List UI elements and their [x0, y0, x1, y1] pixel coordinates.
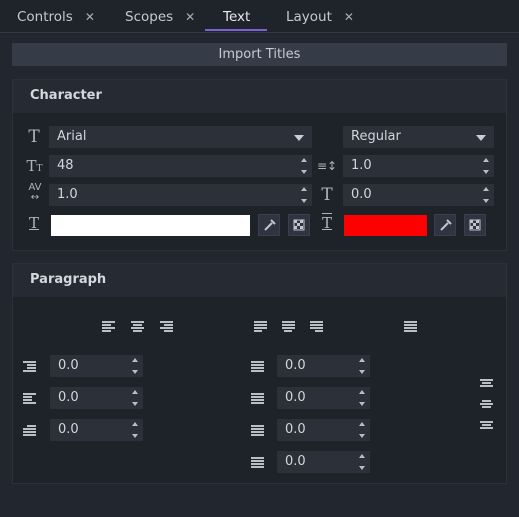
- checker-icon: [469, 219, 481, 231]
- outline-color-swatch[interactable]: [344, 215, 427, 236]
- active-tab-indicator: [205, 29, 267, 31]
- justify-right-icon[interactable]: [310, 321, 323, 332]
- font-family-select[interactable]: Arial: [49, 126, 312, 148]
- justify-center-icon[interactable]: [282, 321, 295, 332]
- paragraph-title: Paragraph: [30, 272, 107, 287]
- chevron-down-icon: [476, 135, 486, 141]
- stepper-icon[interactable]: [358, 454, 366, 470]
- char-spacing-field[interactable]: 1.0: [49, 184, 312, 206]
- stepper-icon[interactable]: [482, 187, 490, 203]
- tab-label: Layout: [286, 9, 332, 25]
- valign-top-icon[interactable]: [480, 379, 493, 390]
- indent-right-field[interactable]: 0.0: [50, 387, 143, 409]
- font-size-value: 48: [57, 158, 74, 173]
- font-size-icon: TT: [26, 157, 43, 175]
- font-icon: T: [28, 127, 40, 147]
- line-space-icon: [251, 425, 264, 436]
- baseline-field[interactable]: 0.0: [343, 184, 494, 206]
- close-icon[interactable]: ✕: [85, 10, 95, 24]
- tab-label: Scopes: [125, 9, 174, 25]
- close-icon[interactable]: ✕: [344, 10, 354, 24]
- indent-left-field[interactable]: 0.0: [50, 355, 143, 377]
- stepper-icon[interactable]: [131, 358, 139, 374]
- space-before-value: 0.0: [285, 358, 306, 373]
- char-spacing-icon: AV ↔: [28, 182, 42, 203]
- char-spacing-value: 1.0: [57, 187, 78, 202]
- tab-layout[interactable]: Layout ✕: [286, 9, 354, 29]
- font-style-select[interactable]: Regular: [343, 126, 494, 148]
- space-before-icon: [251, 361, 264, 372]
- stepper-icon[interactable]: [300, 187, 308, 203]
- indent-first-icon: [23, 425, 36, 436]
- checker-icon: [293, 219, 305, 231]
- line-space-field[interactable]: 0.0: [277, 419, 370, 441]
- font-size-field[interactable]: 48: [49, 155, 312, 177]
- stepper-icon[interactable]: [358, 422, 366, 438]
- align-center-icon[interactable]: [131, 321, 144, 332]
- space-after-value: 0.0: [285, 390, 306, 405]
- character-header: Character: [13, 80, 506, 113]
- extra-space-value: 0.0: [285, 454, 306, 469]
- transparency-button[interactable]: [464, 214, 486, 236]
- transparency-button[interactable]: [288, 214, 310, 236]
- align-right-icon[interactable]: [160, 321, 173, 332]
- chevron-down-icon: [294, 135, 304, 141]
- stepper-icon[interactable]: [131, 422, 139, 438]
- tab-scopes[interactable]: Scopes ✕: [125, 9, 195, 29]
- stepper-icon[interactable]: [482, 158, 490, 174]
- tab-text[interactable]: Text: [223, 9, 250, 29]
- extra-space-field[interactable]: 0.0: [277, 451, 370, 473]
- space-after-icon: [251, 393, 264, 404]
- font-family-value: Arial: [57, 129, 87, 144]
- tab-controls[interactable]: Controls ✕: [17, 9, 95, 29]
- indent-left-icon: [23, 361, 36, 372]
- tab-bar: Controls ✕ Scopes ✕ Text Layout ✕: [0, 0, 519, 33]
- line-spacing-value: 1.0: [351, 158, 372, 173]
- character-section: Character T Arial Regular TT 48 ≡↕ 1.0 A…: [12, 79, 507, 251]
- eyedropper-button[interactable]: [258, 214, 280, 236]
- indent-first-field[interactable]: 0.0: [50, 419, 143, 441]
- indent-right-value: 0.0: [58, 390, 79, 405]
- justify-all-icon[interactable]: [404, 321, 417, 332]
- tab-label: Text: [223, 9, 251, 25]
- baseline-icon: T: [321, 185, 333, 205]
- baseline-value: 0.0: [351, 187, 372, 202]
- stepper-icon[interactable]: [358, 390, 366, 406]
- space-before-field[interactable]: 0.0: [277, 355, 370, 377]
- outline-color-icon: T: [321, 214, 332, 232]
- align-left-icon[interactable]: [102, 321, 115, 332]
- paragraph-section: Paragraph 0.0 0.0 0.0 0.0 0.0 0.0 0.0: [12, 263, 507, 484]
- tab-label: Controls: [17, 9, 73, 25]
- paragraph-header: Paragraph: [13, 264, 506, 297]
- font-style-value: Regular: [351, 129, 401, 144]
- extra-space-icon: [251, 457, 264, 468]
- justify-left-icon[interactable]: [254, 321, 267, 332]
- line-spacing-icon: ≡↕: [317, 159, 338, 173]
- line-spacing-field[interactable]: 1.0: [343, 155, 494, 177]
- indent-left-value: 0.0: [58, 358, 79, 373]
- close-icon[interactable]: ✕: [185, 10, 195, 24]
- line-space-value: 0.0: [285, 422, 306, 437]
- character-title: Character: [30, 88, 102, 103]
- eyedropper-icon: [440, 219, 452, 231]
- fill-color-icon: T: [28, 214, 39, 232]
- stepper-icon[interactable]: [131, 390, 139, 406]
- import-titles-button[interactable]: Import Titles: [12, 43, 507, 66]
- space-after-field[interactable]: 0.0: [277, 387, 370, 409]
- stepper-icon[interactable]: [300, 158, 308, 174]
- eyedropper-icon: [264, 219, 276, 231]
- indent-right-icon: [23, 393, 36, 404]
- eyedropper-button[interactable]: [434, 214, 456, 236]
- indent-first-value: 0.0: [58, 422, 79, 437]
- valign-middle-icon[interactable]: [480, 400, 493, 411]
- fill-color-swatch[interactable]: [51, 215, 250, 236]
- stepper-icon[interactable]: [358, 358, 366, 374]
- valign-bottom-icon[interactable]: [480, 421, 493, 432]
